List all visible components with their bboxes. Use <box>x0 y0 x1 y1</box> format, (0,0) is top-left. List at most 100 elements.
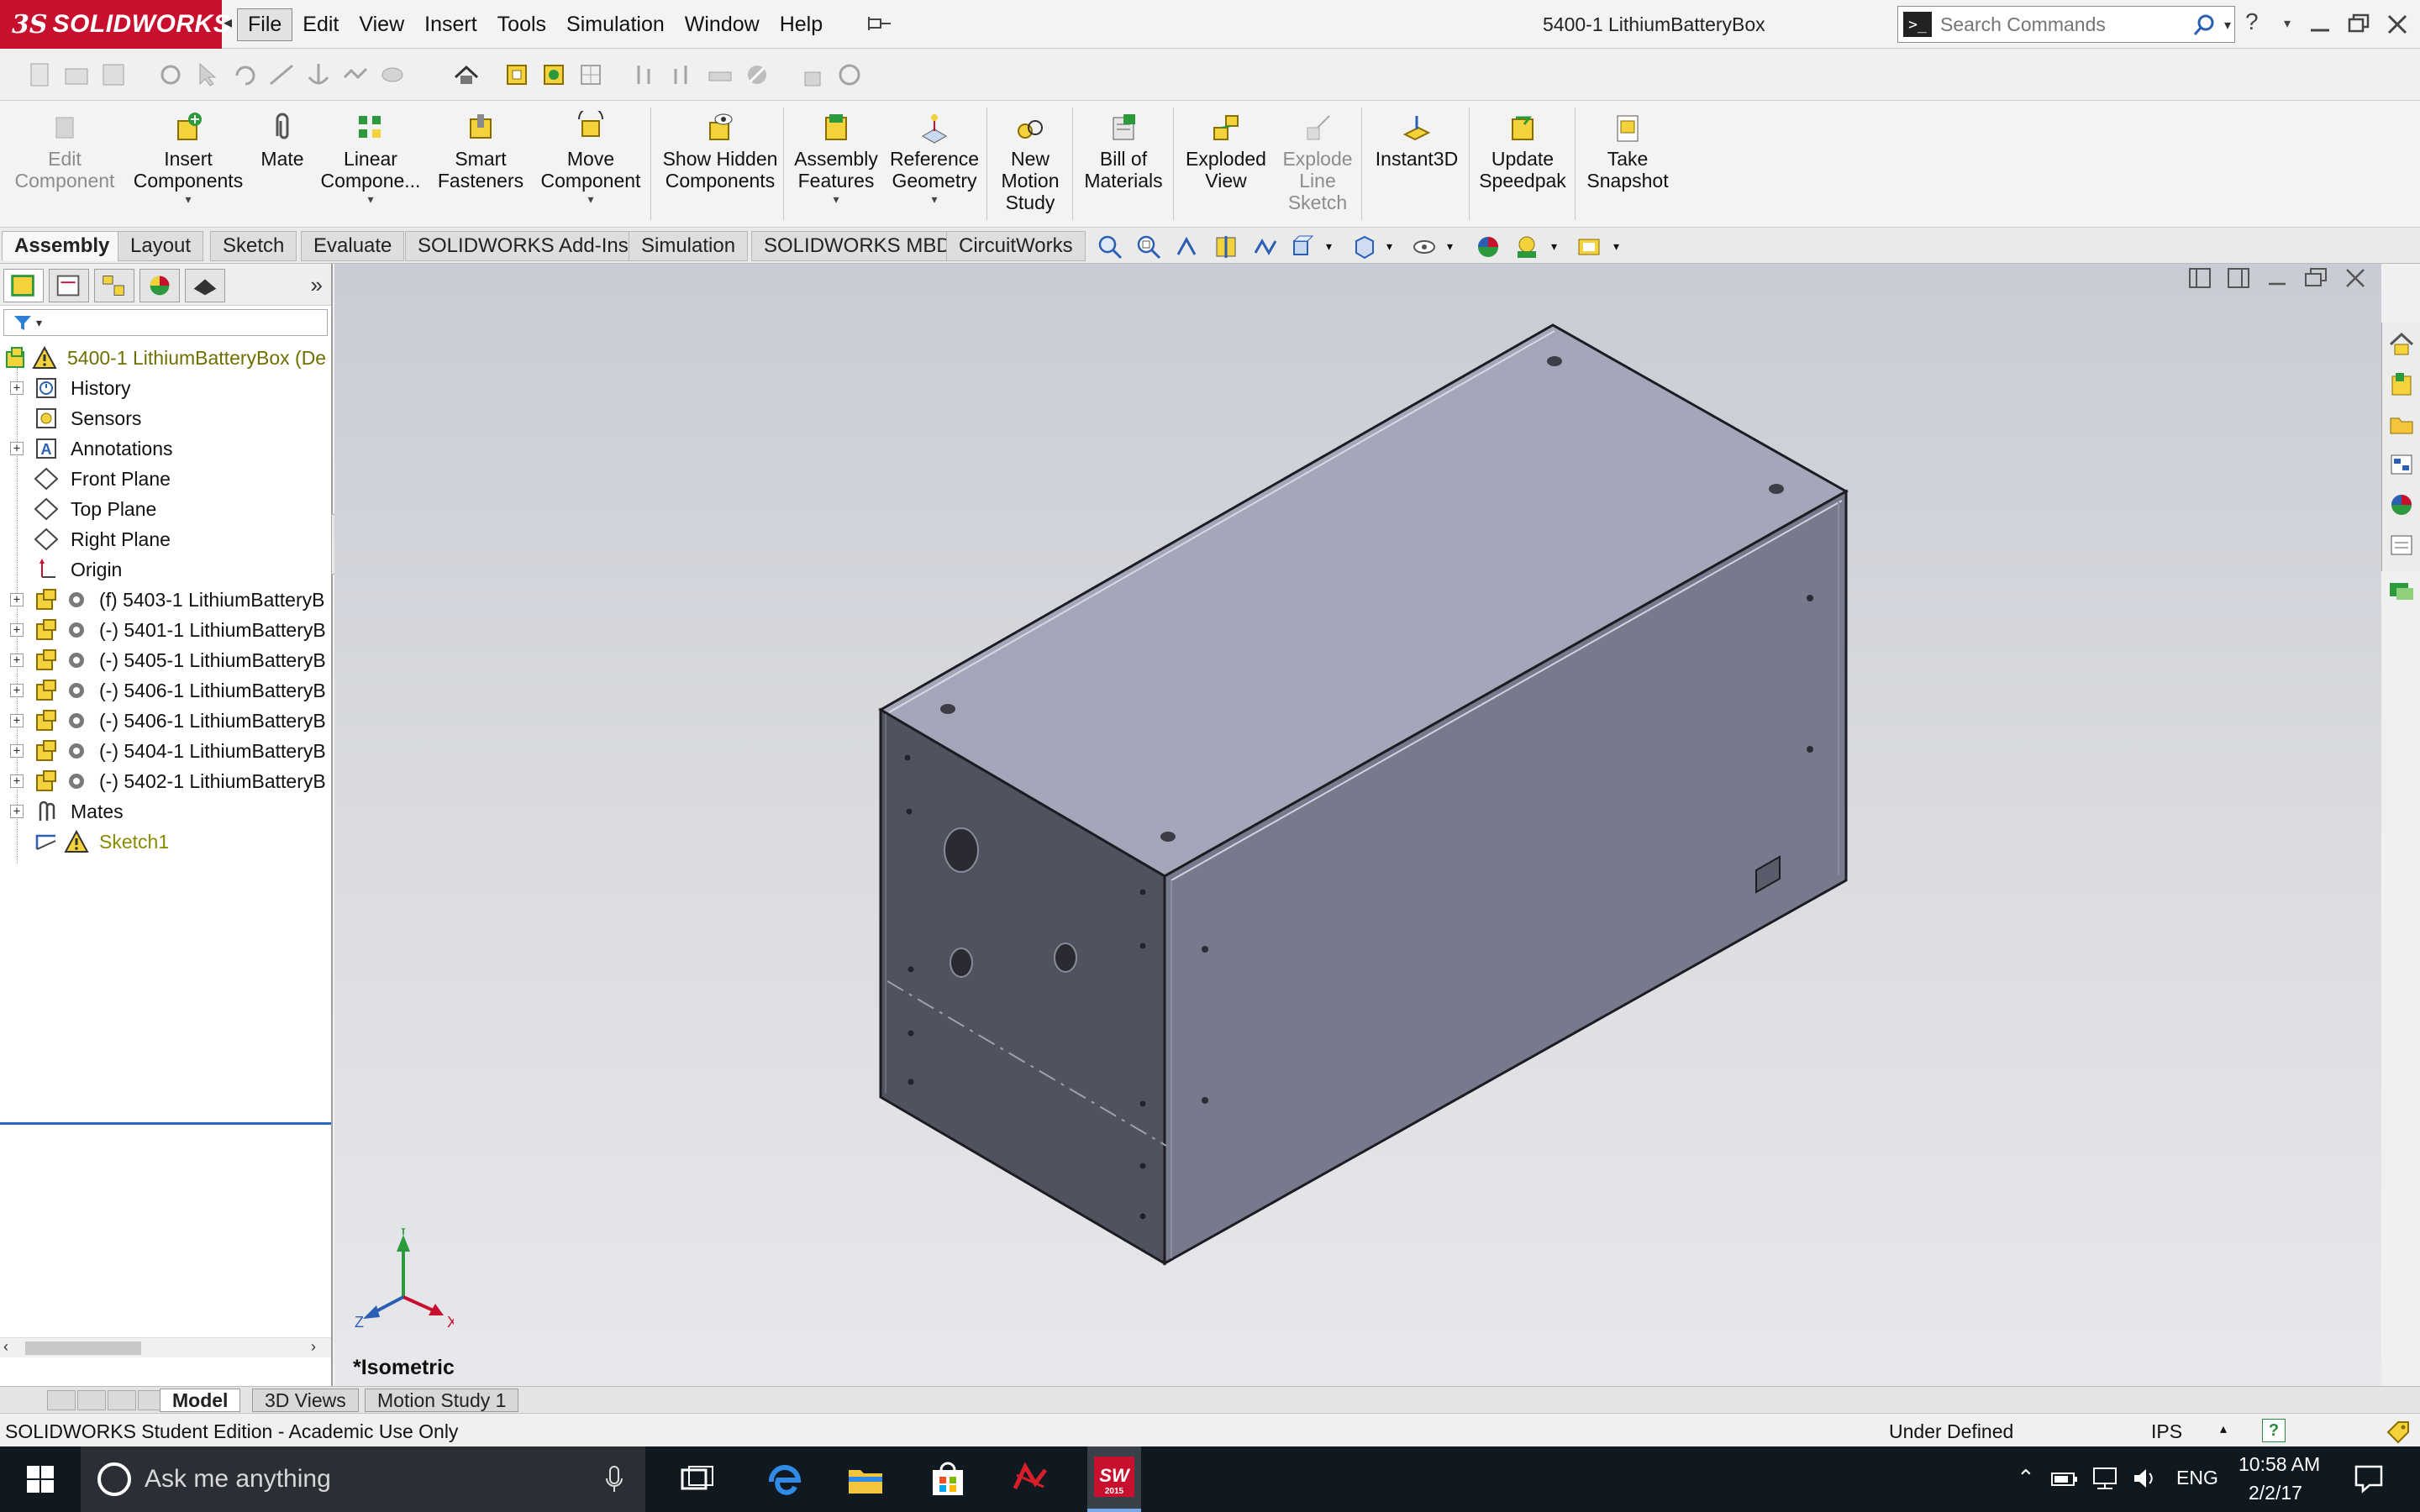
bill-of-materials-button[interactable]: Bill of Materials <box>1079 111 1168 192</box>
solidworks-logo[interactable]: 3S SOLIDWORKS <box>0 0 230 49</box>
view-orientation-icon[interactable] <box>1289 233 1318 261</box>
component-green-icon[interactable] <box>539 60 568 89</box>
pin-menu-icon[interactable] <box>865 13 892 34</box>
tree-item-component[interactable]: + (-) 5406-1 LithiumBatteryB <box>0 706 331 736</box>
scroll-thumb[interactable] <box>25 1341 141 1355</box>
explode-line-sketch-button[interactable]: Explode Line Sketch <box>1276 111 1360 213</box>
tree-item-right-plane[interactable]: Right Plane <box>0 524 331 554</box>
expand-toggle[interactable]: + <box>10 654 24 667</box>
edit-appearance-icon[interactable] <box>1474 233 1502 261</box>
forum-icon[interactable] <box>2386 578 2417 606</box>
cortana-search-box[interactable]: Ask me anything <box>81 1446 645 1512</box>
quick-tips-icon[interactable]: ? <box>2262 1419 2286 1442</box>
unit-system-button[interactable]: IPS <box>2151 1420 2182 1443</box>
tree-item-component[interactable]: + (-) 5405-1 LithiumBatteryB <box>0 645 331 675</box>
measure-icon[interactable] <box>341 60 370 89</box>
tree-item-top-plane[interactable]: Top Plane <box>0 494 331 524</box>
tab-solidworks-mbd[interactable]: SOLIDWORKS MBD <box>751 231 964 261</box>
distribute-icon[interactable] <box>669 60 697 89</box>
linear-component-dropdown[interactable]: ▾ <box>367 193 373 205</box>
next-tab-nav-icon[interactable] <box>108 1390 136 1410</box>
help-icon[interactable]: ? <box>2245 8 2259 35</box>
component-yellow-icon[interactable] <box>502 60 531 89</box>
solidworks-taskbar-button[interactable]: SW 2015 <box>1087 1446 1141 1512</box>
expand-toggle[interactable]: + <box>10 744 24 758</box>
rotate-icon[interactable] <box>835 60 864 89</box>
tree-item-component[interactable]: + (-) 5406-1 LithiumBatteryB <box>0 675 331 706</box>
tab-layout[interactable]: Layout <box>118 231 204 261</box>
smart-fasteners-button[interactable]: Smart Fasteners <box>429 111 533 192</box>
restore-icon[interactable] <box>2344 10 2373 39</box>
new-motion-study-button[interactable]: New Motion Study <box>992 111 1069 213</box>
assembly-features-button[interactable]: Assembly Features ▾ <box>790 111 882 205</box>
tree-item-mates[interactable]: + Mates <box>0 796 331 827</box>
scroll-right-arrow[interactable]: › <box>311 1338 316 1356</box>
tab-assembly[interactable]: Assembly <box>2 231 123 261</box>
viewport-restore-icon[interactable] <box>2301 264 2333 292</box>
tab-model[interactable]: Model <box>160 1389 241 1412</box>
battery-box-model[interactable] <box>334 264 2381 1386</box>
search-commands-box[interactable]: >_ ▾ <box>1897 6 2235 43</box>
viewport-minimize-icon[interactable] <box>2262 264 2294 292</box>
prev-tab-nav-icon[interactable] <box>77 1390 106 1410</box>
zoom-to-area-icon[interactable] <box>1134 233 1163 261</box>
battery-icon[interactable] <box>2050 1467 2079 1492</box>
tab-solidworks-addins[interactable]: SOLIDWORKS Add-Ins <box>405 231 641 261</box>
tab-motion-study-1[interactable]: Motion Study 1 <box>365 1389 519 1412</box>
minimize-icon[interactable] <box>2306 10 2334 39</box>
tab-3d-views[interactable]: 3D Views <box>252 1389 359 1412</box>
undo-icon[interactable] <box>230 60 259 89</box>
app-red-icon[interactable] <box>1008 1458 1052 1500</box>
expand-toggle[interactable]: + <box>10 442 24 455</box>
select-icon[interactable] <box>193 60 222 89</box>
zoom-to-fit-icon[interactable] <box>1096 233 1124 261</box>
expand-toggle[interactable]: + <box>10 805 24 818</box>
solidworks-resources-icon[interactable] <box>2387 329 2416 358</box>
hide-show-items-icon[interactable] <box>1410 233 1439 261</box>
configurationmanager-tab-icon[interactable] <box>94 269 134 302</box>
tree-root-assembly[interactable]: 5400-1 LithiumBatteryBox (De <box>0 343 331 373</box>
instant3d-button[interactable]: Instant3D <box>1366 111 1467 170</box>
assembly-features-dropdown[interactable]: ▾ <box>833 193 839 205</box>
first-tab-nav-icon[interactable] <box>47 1390 76 1410</box>
expand-toggle[interactable]: + <box>10 714 24 727</box>
reference-geometry-dropdown[interactable]: ▾ <box>931 193 937 205</box>
filter-dropdown-arrow[interactable]: ▾ <box>36 316 42 330</box>
open-icon[interactable] <box>62 60 91 89</box>
take-snapshot-button[interactable]: Take Snapshot <box>1581 111 1674 192</box>
menu-file[interactable]: File <box>237 8 293 41</box>
tree-horizontal-scrollbar[interactable]: ‹ › <box>0 1337 331 1357</box>
featuremanager-tab-icon[interactable] <box>3 269 44 302</box>
tree-item-front-plane[interactable]: Front Plane <box>0 464 331 494</box>
dynamic-annotation-icon[interactable] <box>1250 233 1279 261</box>
anchor-icon[interactable] <box>304 60 333 89</box>
appearances-scenes-icon[interactable] <box>2387 491 2416 519</box>
menu-insert[interactable]: Insert <box>414 9 487 40</box>
appearance-manager-tab-icon[interactable] <box>139 269 180 302</box>
expand-toggle[interactable]: + <box>10 381 24 395</box>
microphone-icon[interactable] <box>605 1465 623 1494</box>
scroll-left-arrow[interactable]: ‹ <box>3 1338 8 1356</box>
sketch-line-icon[interactable] <box>267 60 296 89</box>
design-library-icon[interactable] <box>2387 370 2416 398</box>
tree-item-origin[interactable]: Origin <box>0 554 331 585</box>
menu-edit[interactable]: Edit <box>292 9 349 40</box>
linear-component-pattern-button[interactable]: Linear Compone... ▾ <box>316 111 425 205</box>
viewport-close-icon[interactable] <box>2339 264 2371 292</box>
tree-item-history[interactable]: + History <box>0 373 331 403</box>
section-view-icon[interactable] <box>1212 233 1240 261</box>
edge-browser-icon[interactable] <box>763 1458 807 1500</box>
display-style-icon[interactable] <box>1349 233 1378 261</box>
tree-filter-input[interactable]: ▾ <box>3 309 328 336</box>
menu-expand-arrow[interactable]: ◂ <box>224 12 232 33</box>
unit-system-arrow[interactable]: ▴ <box>2220 1420 2227 1437</box>
search-commands-input[interactable] <box>1940 13 2184 36</box>
previous-view-icon[interactable] <box>1173 233 1202 261</box>
help-dropdown-arrow[interactable]: ▾ <box>2284 15 2291 32</box>
tab-simulation[interactable]: Simulation <box>629 231 749 261</box>
viewport-tile-right-icon[interactable] <box>2223 264 2255 292</box>
menu-simulation[interactable]: Simulation <box>556 9 675 40</box>
show-hidden-components-button[interactable]: Show Hidden Components <box>659 111 781 192</box>
show-hidden-icons-chevron[interactable]: ⌃ <box>2017 1465 2035 1491</box>
tab-circuitworks[interactable]: CircuitWorks <box>946 231 1086 261</box>
